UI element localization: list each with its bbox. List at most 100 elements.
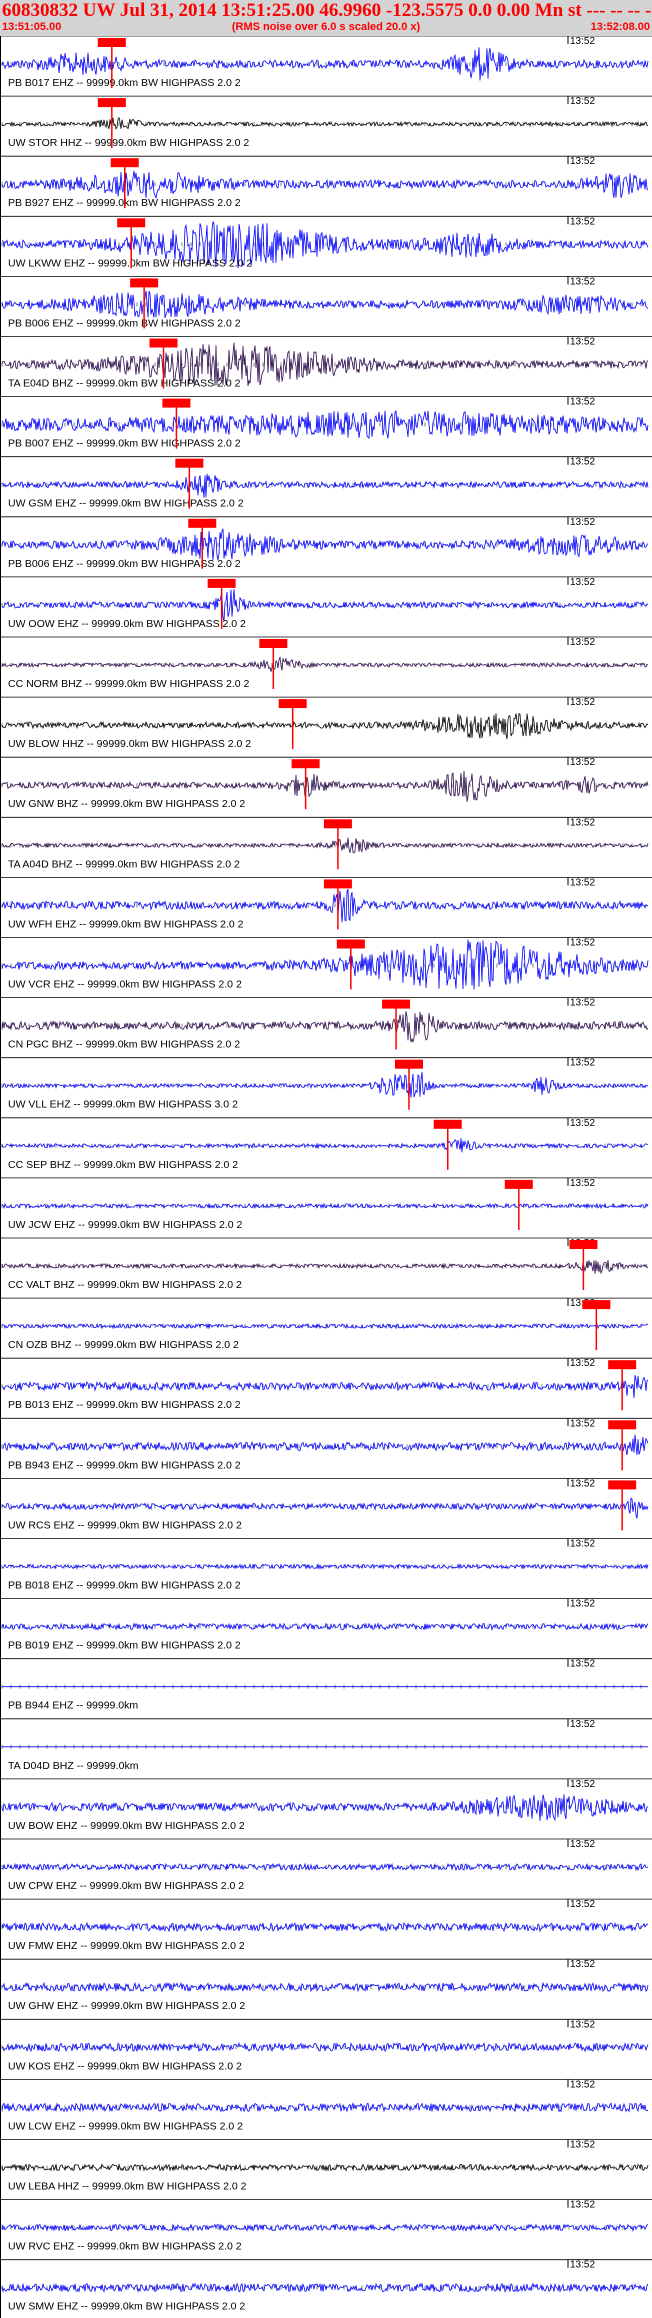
tick-label: 13:52 [570, 697, 595, 708]
trace-6: 13:52 PB B007 EHZ -- 99999.0km BW HIGHPAS… [0, 396, 652, 450]
station-label: PB B943 EHZ -- 99999.0km BW HIGHPASS 2.0… [8, 1459, 241, 1471]
station-label: UW GHW EHZ -- 99999.0km BW HIGHPASS 2.0 … [8, 2000, 245, 2012]
trace-7: 13:52 UW GSM EHZ -- 99999.0km BW HIGHPASS… [0, 456, 652, 510]
tick-label: 13:52 [570, 577, 595, 588]
event-title: 60830832 UW Jul 31, 2014 13:51:25.00 46.… [2, 0, 652, 21]
tick-label: 13:52 [570, 1659, 595, 1670]
trace-23: 13:52 PB B943 EHZ -- 99999.0km BW HIGHPAS… [0, 1417, 652, 1471]
waveform [1, 837, 649, 854]
trace-10: 13:52 CC NORM BHZ -- 99999.0km BW HIGHPAS… [0, 636, 652, 690]
trace-37: 13:52 UW SMW EHZ -- 99999.0km BW HIGHPASS… [0, 2259, 652, 2313]
station-label: UW OOW EHZ -- 99999.0km BW HIGHPASS 2.0 … [8, 618, 246, 630]
station-label: UW GSM EHZ -- 99999.0km BW HIGHPASS 2.0 … [8, 498, 244, 510]
trace-13: 13:52 TA A04D BHZ -- 99999.0km BW HIGHPAS… [0, 816, 652, 870]
trace-5: 13:52 TA E04D BHZ -- 99999.0km BW HIGHPAS… [0, 336, 652, 390]
tick-label: 13:52 [570, 1959, 595, 1970]
tick-label: 13:52 [570, 817, 595, 828]
station-label: UW RCS EHZ -- 99999.0km BW HIGHPASS 2.0 … [8, 1519, 242, 1531]
tick-label: 13:52 [570, 998, 595, 1009]
station-label: UW VLL EHZ -- 99999.0km BW HIGHPASS 3.0 … [8, 1099, 238, 1111]
station-label: PB B013 EHZ -- 99999.0km BW HIGHPASS 2.0… [8, 1399, 241, 1411]
trace-33: 13:52 UW KOS EHZ -- 99999.0km BW HIGHPASS… [0, 2018, 652, 2072]
station-label: UW BOW EHZ -- 99999.0km BW HIGHPASS 2.0 … [8, 1820, 245, 1832]
tick-label: 13:52 [570, 877, 595, 888]
station-label: UW SMW EHZ -- 99999.0km BW HIGHPASS 2.0 … [8, 2301, 245, 2313]
trace-15: 13:52 UW VCR EHZ -- 99999.0km BW HIGHPASS… [0, 937, 652, 991]
trace-4: 13:52 PB B006 EHZ -- 99999.0km BW HIGHPAS… [0, 275, 652, 329]
station-label: CC VALT BHZ -- 99999.0km BW HIGHPASS 2.0… [8, 1279, 242, 1291]
trace-30: 13:52 UW CPW EHZ -- 99999.0km BW HIGHPASS… [0, 1838, 652, 1892]
tick-label: 13:52 [570, 1539, 595, 1550]
waveform [1, 473, 649, 498]
station-label: PB B007 EHZ -- 99999.0km BW HIGHPASS 2.0… [8, 438, 241, 450]
tick-label: 13:52 [570, 1418, 595, 1429]
trace-1: 13:52 UW STOR HHZ -- 99999.0km BW HIGHPAS… [0, 95, 652, 149]
trace-19: 13:52 UW JCW EHZ -- 99999.0km BW HIGHPASS… [0, 1177, 652, 1231]
tick-label: 13:52 [570, 1839, 595, 1850]
trace-28: 13:52 TA D04D BHZ -- 99999.0km [0, 1718, 652, 1772]
trace-17: 13:52 UW VLL EHZ -- 99999.0km BW HIGHPASS… [0, 1057, 652, 1111]
station-label: UW KOS EHZ -- 99999.0km BW HIGHPASS 2.0 … [8, 2060, 242, 2072]
tick-label: 13:52 [570, 457, 595, 468]
tick-label: 13:52 [570, 2079, 595, 2090]
trace-21: 13:52CN OZB BHZ -- 99999.0km BW HIGHPASS… [0, 1297, 652, 1351]
waveform [1, 1375, 649, 1398]
station-label: UW RVC EHZ -- 99999.0km BW HIGHPASS 2.0 … [8, 2241, 242, 2253]
station-label: PB B006 EHZ -- 99999.0km BW HIGHPASS 2.0… [8, 317, 241, 329]
station-label: CN OZB BHZ -- 99999.0km BW HIGHPASS 2.0 … [8, 1339, 239, 1351]
waveform [1, 170, 649, 200]
station-label: UW JCW EHZ -- 99999.0km BW HIGHPASS 2.0 … [8, 1219, 243, 1231]
trace-3: 13:52 UW LKWW EHZ -- 99999.0km BW HIGHPAS… [0, 215, 652, 269]
tick-label: 13:52 [570, 2140, 595, 2151]
tick-label: 13:52 [570, 337, 595, 348]
trace-14: 13:52 UW WFH EHZ -- 99999.0km BW HIGHPASS… [0, 877, 652, 930]
tick-label: 13:52 [570, 96, 595, 107]
tick-label: 13:52 [570, 1719, 595, 1730]
tick-label: 13:52 [570, 1058, 595, 1069]
trace-32: 13:52 UW GHW EHZ -- 99999.0km BW HIGHPASS… [0, 1958, 652, 2012]
tick-label: 13:52 [570, 397, 595, 408]
trace-36: 13:52 UW RVC EHZ -- 99999.0km BW HIGHPASS… [0, 2199, 652, 2253]
tick-label: 13:52 [570, 2200, 595, 2211]
waveform [1, 1981, 649, 1993]
waveform [1, 1434, 649, 1456]
trace-0: 13:52 PB B017 EHZ -- 99999.0km BW HIGHPAS… [0, 36, 652, 89]
station-label: TA A04D BHZ -- 99999.0km BW HIGHPASS 2.0… [8, 858, 240, 870]
station-label: UW LEBA HHZ -- 99999.0km BW HIGHPASS 2.0… [8, 2181, 247, 2193]
station-label: UW STOR HHZ -- 99999.0km BW HIGHPASS 2.0… [8, 137, 249, 149]
tick-label: 13:52 [570, 1358, 595, 1369]
station-label: UW VCR EHZ -- 99999.0km BW HIGHPASS 2.0 … [8, 979, 242, 991]
trace-34: 13:52 UW LCW EHZ -- 99999.0km BW HIGHPASS… [0, 2079, 652, 2132]
station-label: UW LCW EHZ -- 99999.0km BW HIGHPASS 2.0 … [8, 2120, 243, 2132]
station-label: UW CPW EHZ -- 99999.0km BW HIGHPASS 2.0 … [8, 1880, 244, 1892]
tick-label: 13:52 [570, 637, 595, 648]
record-header: 60830832 UW Jul 31, 2014 13:51:25.00 46.… [0, 0, 652, 36]
tick-label: 13:52 [570, 276, 595, 287]
station-label: PB B006 EHZ -- 99999.0km BW HIGHPASS 2.0… [8, 558, 241, 570]
trace-18: 13:52 CC SEP BHZ -- 99999.0km BW HIGHPASS… [0, 1117, 652, 1171]
trace-20: 13:52CC VALT BHZ -- 99999.0km BW HIGHPAS… [0, 1237, 652, 1291]
waveform [1, 1138, 649, 1153]
tick-label: 13:52 [570, 1779, 595, 1790]
trace-29: 13:52 UW BOW EHZ -- 99999.0km BW HIGHPASS… [0, 1778, 652, 1832]
station-label: PB B944 EHZ -- 99999.0km [8, 1700, 138, 1712]
tick-label: 13:52 [570, 2019, 595, 2030]
tick-label: 13:52 [570, 36, 595, 47]
tick-label: 13:52 [570, 216, 595, 227]
station-label: PB B017 EHZ -- 99999.0km BW HIGHPASS 2.0… [8, 77, 241, 89]
trace-31: 13:52 UW FMW EHZ -- 99999.0km BW HIGHPASS… [0, 1898, 652, 1952]
tick-label: 13:52 [570, 1118, 595, 1129]
station-label: CC NORM BHZ -- 99999.0km BW HIGHPASS 2.0… [8, 678, 250, 690]
trace-25: 13:52 PB B018 EHZ -- 99999.0km BW HIGHPAS… [0, 1538, 652, 1592]
tick-label: 13:52 [570, 1178, 595, 1189]
trace-22: 13:52 PB B013 EHZ -- 99999.0km BW HIGHPAS… [0, 1357, 652, 1411]
waveform [1, 2102, 649, 2113]
trace-35: 13:52 UW LEBA HHZ -- 99999.0km BW HIGHPAS… [0, 2139, 652, 2193]
tick-label: 13:52 [570, 517, 595, 528]
tick-label: 13:52 [570, 1478, 595, 1489]
station-label: PB B018 EHZ -- 99999.0km BW HIGHPASS 2.0… [8, 1580, 241, 1592]
station-label: CN PGC BHZ -- 99999.0km BW HIGHPASS 2.0 … [8, 1039, 240, 1051]
station-label: UW GNW BHZ -- 99999.0km BW HIGHPASS 2.0 … [8, 798, 245, 810]
station-label: TA D04D BHZ -- 99999.0km [8, 1760, 139, 1772]
station-label: PB B019 EHZ -- 99999.0km BW HIGHPASS 2.0… [8, 1640, 241, 1652]
